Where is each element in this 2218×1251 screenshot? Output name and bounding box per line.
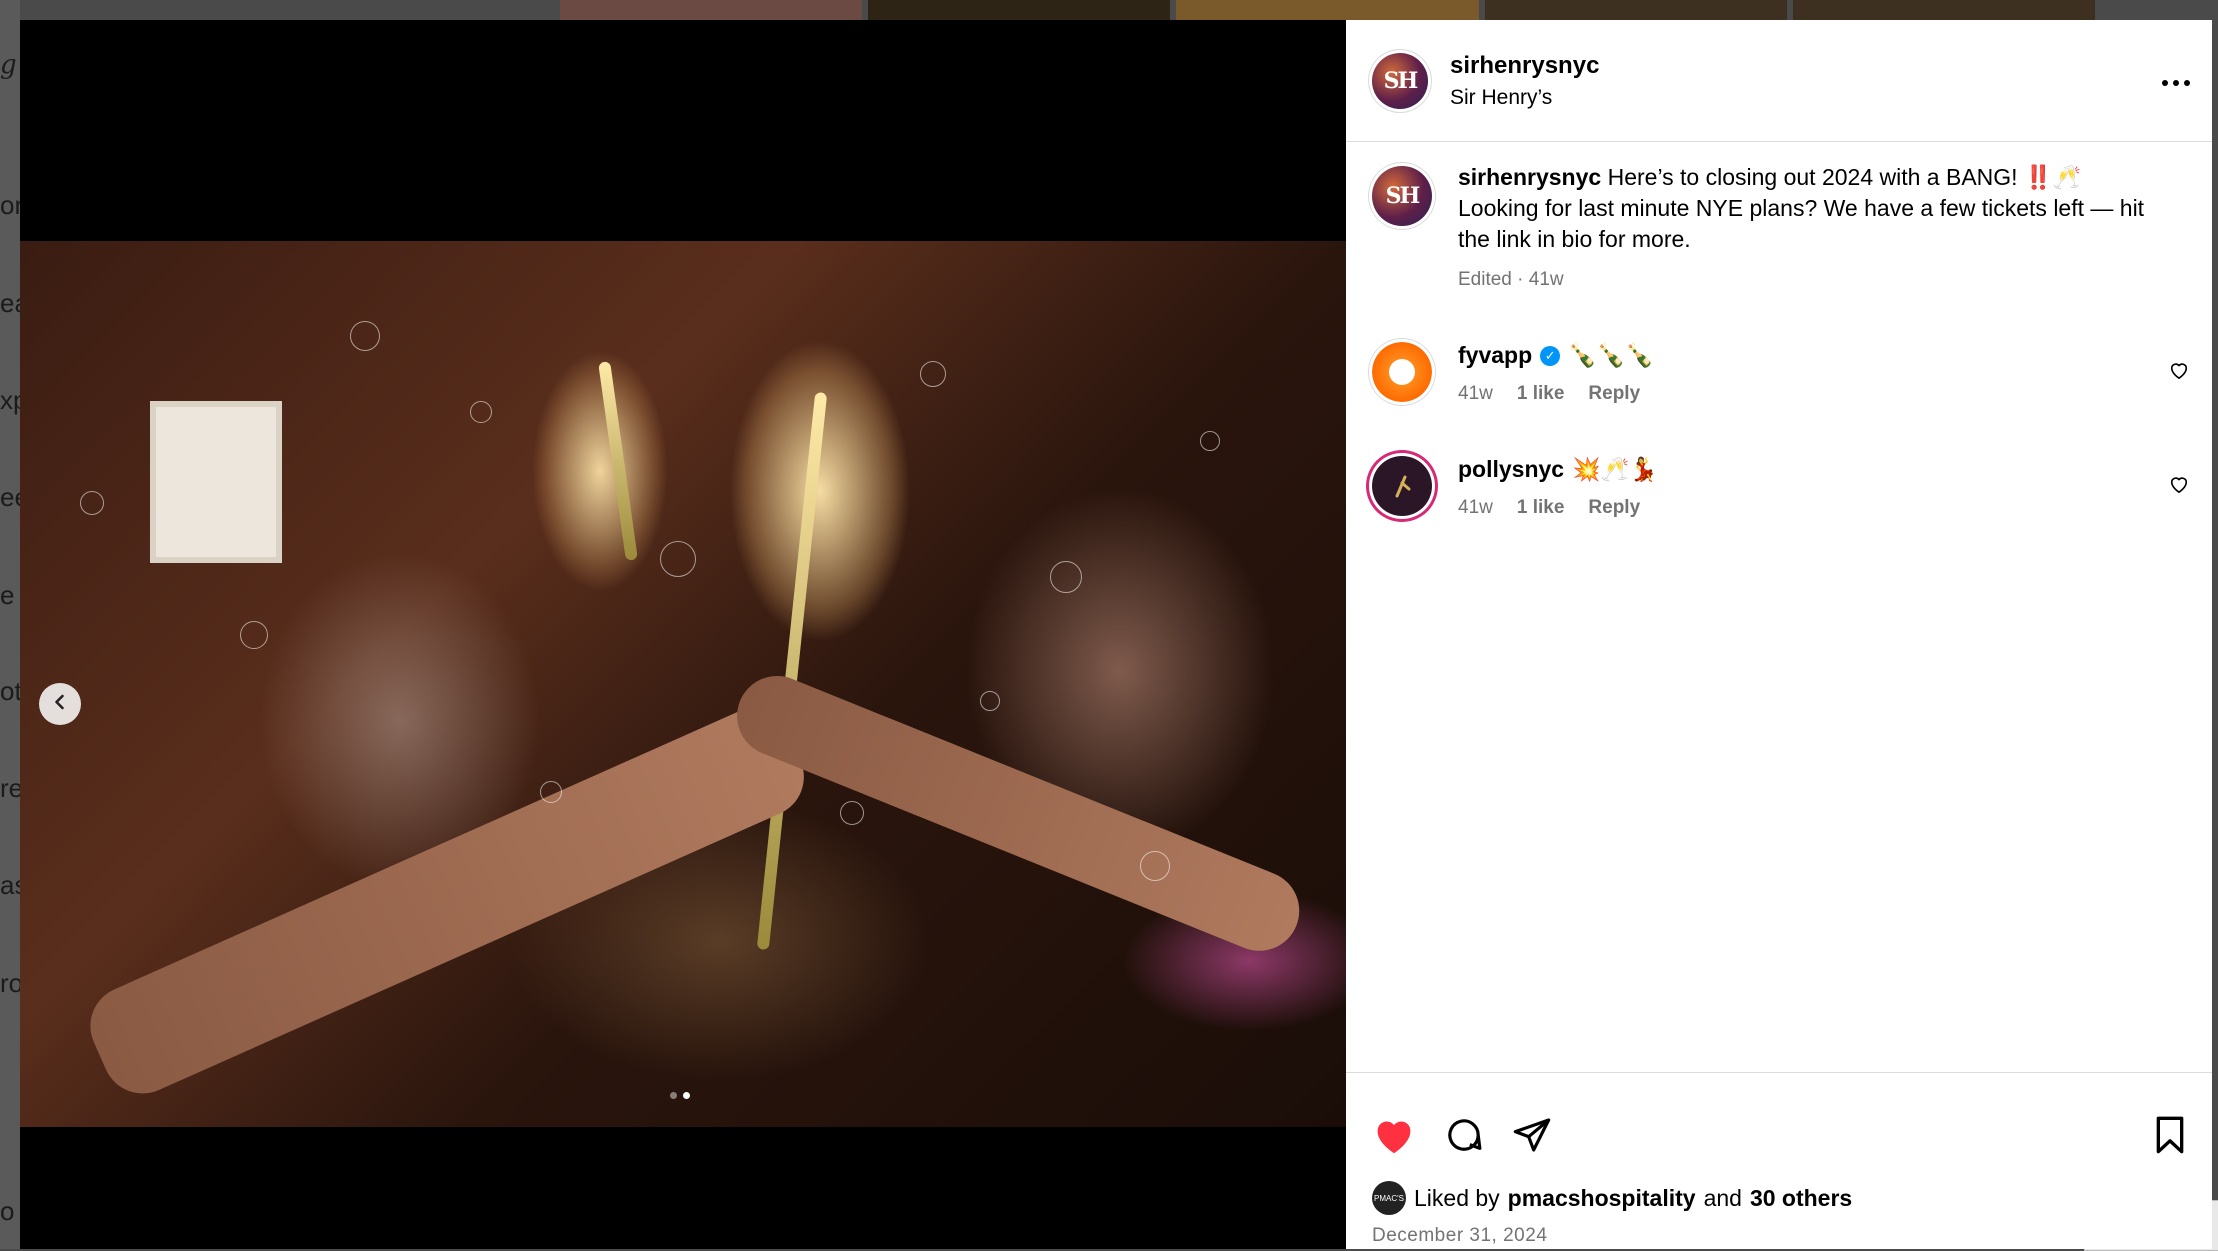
photo-bubble	[980, 691, 1000, 711]
comment-heart-icon[interactable]	[2168, 474, 2190, 499]
avatar-monogram: SH	[1383, 67, 1419, 94]
background-page-strip	[0, 0, 20, 1249]
photo-arm	[725, 663, 1312, 963]
background-thumbnail	[868, 0, 1171, 20]
avatar-monogram: SH	[1385, 183, 1421, 209]
comment-line: fyvapp ✓ 🍾🍾🍾	[1458, 342, 2186, 369]
comment-text: 🍾🍾🍾	[1568, 342, 1655, 368]
photo-bubble	[540, 781, 562, 803]
background-text: ot	[0, 676, 22, 706]
photo-sparkler	[598, 361, 638, 561]
like-heart-icon[interactable]	[1372, 1115, 1416, 1160]
photo-sparkler	[756, 391, 828, 951]
background-thumbnail	[560, 0, 863, 20]
photo-bubble	[80, 491, 104, 515]
commenter-avatar[interactable]	[1372, 456, 1432, 516]
liked-by-user[interactable]: pmacshospitality	[1508, 1185, 1696, 1212]
carousel-indicator	[670, 1092, 690, 1099]
comment-line: pollysnyc 💥🥂💃	[1458, 456, 2186, 483]
commenter-username[interactable]: fyvapp	[1458, 342, 1532, 369]
photo-bubble	[350, 321, 380, 351]
photo-bubble	[1200, 431, 1220, 451]
photo-bubble	[1050, 561, 1082, 593]
commenter-username[interactable]: pollysnyc	[1458, 456, 1564, 483]
caption-body: sirhenrysnyc Here’s to closing out 2024 …	[1458, 162, 2158, 291]
comment-meta: 41w 1 like Reply	[1458, 383, 2186, 405]
author-info: sirhenrysnyc Sir Henry’s	[1450, 52, 1599, 110]
liked-by-prefix: Liked by	[1414, 1184, 1500, 1211]
background-thumbnails	[560, 0, 2096, 20]
comment-meta: 41w 1 like Reply	[1458, 497, 2186, 519]
photo-bubble	[920, 361, 946, 387]
background-thumbnail	[1484, 0, 1787, 20]
verified-badge-icon: ✓	[1540, 345, 1561, 366]
comment-reply-button[interactable]: Reply	[1588, 497, 1640, 519]
post-modal: SH sirhenrysnyc Sir Henry’s SH sirhenrys…	[20, 20, 2212, 1249]
commenter-avatar[interactable]	[1372, 342, 1432, 402]
comment-body: fyvapp ✓ 🍾🍾🍾 41w 1 like Reply	[1458, 342, 2186, 405]
comment-age: 41w	[1458, 497, 1493, 518]
caption-text-block: sirhenrysnyc Here’s to closing out 2024 …	[1458, 162, 2158, 255]
post-actions: PMAC'S Liked by pmacshospitality and 30 …	[1346, 1072, 2212, 1250]
photo-wall-frame	[150, 401, 282, 563]
post-photo[interactable]	[20, 241, 1346, 1127]
post-media	[20, 20, 1346, 1249]
comment-age: 41w	[1458, 383, 1493, 404]
photo-bubble	[1140, 851, 1170, 881]
caption-meta: Edited · 41w	[1458, 269, 1564, 290]
photo-bubble	[240, 621, 268, 649]
action-buttons	[1372, 1115, 1552, 1160]
liked-by-others[interactable]: 30 others	[1750, 1185, 1852, 1212]
background-text: o	[0, 1196, 15, 1226]
caption-username[interactable]: sirhenrysnyc	[1458, 164, 1601, 190]
background-thumbnail	[1176, 0, 1479, 20]
more-dot-icon	[2184, 80, 2190, 86]
photo-arm	[77, 696, 817, 1107]
more-dot-icon	[2162, 80, 2168, 86]
photo-bubble	[470, 401, 492, 423]
liked-by: PMAC'S Liked by pmacshospitality and 30 …	[1372, 1181, 1860, 1215]
author-location[interactable]: Sir Henry’s	[1450, 86, 1599, 110]
chevron-left-icon	[51, 693, 69, 716]
comment-item: pollysnyc 💥🥂💃 41w 1 like Reply	[1346, 456, 2212, 519]
comment-bubble-icon[interactable]	[1444, 1115, 1484, 1160]
photo-bubble	[840, 801, 864, 825]
background-thumbnail	[1792, 0, 2096, 20]
share-send-icon[interactable]	[1512, 1115, 1552, 1160]
more-options-button[interactable]	[2162, 80, 2190, 86]
comment-body: pollysnyc 💥🥂💃 41w 1 like Reply	[1458, 456, 2186, 519]
photo-bubble	[660, 541, 696, 577]
author-username[interactable]: sirhenrysnyc	[1450, 52, 1599, 80]
bookmark-icon[interactable]	[2152, 1115, 2188, 1160]
caption-author-avatar[interactable]: SH	[1372, 166, 1432, 226]
post-details-panel: SH sirhenrysnyc Sir Henry’s SH sirhenrys…	[1346, 20, 2212, 1249]
author-avatar[interactable]: SH	[1372, 52, 1428, 109]
liked-by-and: and	[1703, 1184, 1742, 1211]
carousel-dot	[670, 1092, 677, 1099]
more-dot-icon	[2173, 80, 2179, 86]
background-text: g	[0, 50, 17, 80]
post-date[interactable]: December 31, 2024	[1372, 1225, 1547, 1247]
comment-like-count[interactable]: 1 like	[1517, 497, 1565, 519]
post-caption: SH sirhenrysnyc Here’s to closing out 20…	[1346, 162, 2212, 291]
previous-slide-button[interactable]	[39, 683, 81, 725]
liker-avatar[interactable]: PMAC'S	[1372, 1181, 1406, 1215]
comment-heart-icon[interactable]	[2168, 360, 2190, 385]
comment-item: fyvapp ✓ 🍾🍾🍾 41w 1 like Reply	[1346, 342, 2212, 405]
comment-like-count[interactable]: 1 like	[1517, 383, 1565, 405]
carousel-dot-active	[683, 1092, 690, 1099]
post-header: SH sirhenrysnyc Sir Henry’s	[1346, 20, 2212, 142]
comment-text: 💥🥂💃	[1572, 456, 1659, 482]
background-text: e	[0, 580, 15, 610]
comment-reply-button[interactable]: Reply	[1588, 383, 1640, 405]
